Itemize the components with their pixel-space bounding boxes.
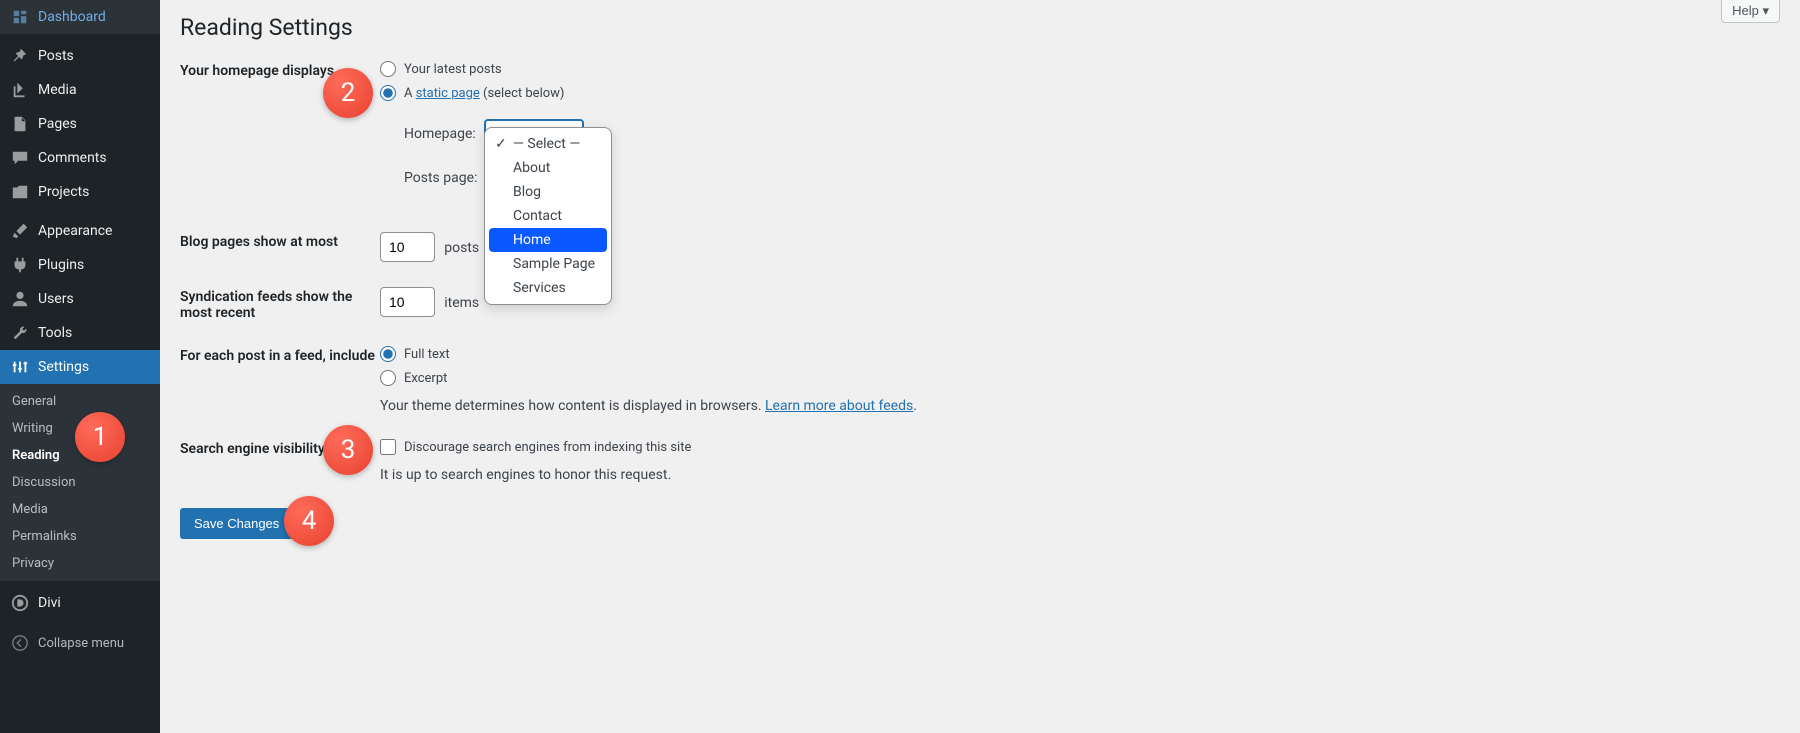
radio-latest-posts[interactable]	[380, 61, 396, 77]
radio-excerpt[interactable]	[380, 370, 396, 386]
blog-pages-input[interactable]	[380, 232, 435, 262]
label-blog-pages: Blog pages show at most	[180, 232, 380, 250]
sidebar-item-users[interactable]: Users	[0, 282, 160, 316]
sidebar-label: Media	[38, 82, 77, 98]
checkbox-discourage-search[interactable]	[380, 439, 396, 455]
sidebar-item-projects[interactable]: Projects	[0, 175, 160, 209]
static-page-link[interactable]: static page	[416, 86, 480, 101]
dropdown-option-home[interactable]: Home	[489, 228, 607, 252]
submenu-general[interactable]: General	[0, 388, 160, 415]
sidebar-label: Tools	[38, 325, 72, 341]
annotation-badge-1: 1	[75, 412, 125, 462]
radio-full-text[interactable]	[380, 346, 396, 362]
dropdown-option-sample[interactable]: Sample Page	[489, 252, 607, 276]
check-label-discourage: Discourage search engines from indexing …	[404, 440, 691, 455]
sidebar-item-dashboard[interactable]: Dashboard	[0, 0, 160, 34]
sidebar-label: Appearance	[38, 223, 112, 239]
sidebar-item-media[interactable]: Media	[0, 73, 160, 107]
dropdown-option-contact[interactable]: Contact	[489, 204, 607, 228]
sidebar-item-posts[interactable]: Posts	[0, 39, 160, 73]
divi-icon	[10, 593, 30, 613]
dropdown-option-services[interactable]: Services	[489, 276, 607, 300]
sidebar-label: Posts	[38, 48, 74, 64]
blog-pages-unit: posts	[444, 240, 479, 256]
sidebar-label: Plugins	[38, 257, 84, 273]
dropdown-option-about[interactable]: About	[489, 156, 607, 180]
sidebar-label: Comments	[38, 150, 107, 166]
user-icon	[10, 289, 30, 309]
dropdown-option-blog[interactable]: Blog	[489, 180, 607, 204]
sidebar-label: Users	[38, 291, 74, 307]
annotation-badge-4: 4	[284, 496, 334, 546]
admin-sidebar: Dashboard Posts Media Pages Comments Pro…	[0, 0, 160, 733]
homepage-select-label: Homepage:	[404, 126, 484, 142]
syndication-input[interactable]	[380, 287, 435, 317]
syndication-unit: items	[444, 295, 479, 311]
main-content: Help ▾ Reading Settings 2 Your homepage …	[160, 0, 1800, 733]
annotation-badge-2: 2	[323, 68, 373, 118]
save-button[interactable]: Save Changes	[180, 508, 293, 539]
label-syndication: Syndication feeds show the most recent	[180, 287, 380, 321]
submenu-media[interactable]: Media	[0, 496, 160, 523]
sidebar-item-pages[interactable]: Pages	[0, 107, 160, 141]
plug-icon	[10, 255, 30, 275]
learn-feeds-link[interactable]: Learn more about feeds	[765, 398, 913, 414]
wrench-icon	[10, 323, 30, 343]
collapse-menu-button[interactable]: Collapse menu	[0, 625, 160, 661]
sidebar-item-settings[interactable]: Settings	[0, 350, 160, 384]
posts-page-select-label: Posts page:	[404, 170, 484, 186]
sidebar-item-comments[interactable]: Comments	[0, 141, 160, 175]
radio-label-latest: Your latest posts	[404, 62, 502, 77]
sidebar-item-tools[interactable]: Tools	[0, 316, 160, 350]
annotation-badge-3: 3	[323, 425, 373, 475]
help-button[interactable]: Help ▾	[1721, 0, 1780, 23]
sidebar-label: Dashboard	[38, 9, 106, 25]
collapse-icon	[10, 633, 30, 653]
dashboard-icon	[10, 7, 30, 27]
sidebar-label: Pages	[38, 116, 77, 132]
feed-description: Your theme determines how content is dis…	[380, 398, 1780, 414]
radio-static-page[interactable]	[380, 85, 396, 101]
comment-icon	[10, 148, 30, 168]
radio-label-static: A static page (select below)	[404, 86, 564, 101]
sidebar-label: Settings	[38, 359, 89, 375]
submenu-permalinks[interactable]: Permalinks	[0, 523, 160, 550]
sliders-icon	[10, 357, 30, 377]
radio-label-excerpt: Excerpt	[404, 371, 447, 386]
page-icon	[10, 114, 30, 134]
submenu-privacy[interactable]: Privacy	[0, 550, 160, 577]
settings-submenu: General Writing Reading Discussion Media…	[0, 384, 160, 581]
radio-label-full: Full text	[404, 347, 450, 362]
sidebar-label: Projects	[38, 184, 89, 200]
search-desc: It is up to search engines to honor this…	[380, 467, 1780, 483]
media-icon	[10, 80, 30, 100]
submenu-discussion[interactable]: Discussion	[0, 469, 160, 496]
page-title: Reading Settings	[180, 14, 1780, 41]
sidebar-item-appearance[interactable]: Appearance	[0, 214, 160, 248]
pin-icon	[10, 46, 30, 66]
brush-icon	[10, 221, 30, 241]
collapse-label: Collapse menu	[38, 636, 124, 651]
label-feed-include: For each post in a feed, include	[180, 346, 380, 364]
sidebar-label: Divi	[38, 595, 61, 611]
sidebar-item-plugins[interactable]: Plugins	[0, 248, 160, 282]
homepage-dropdown-list: — Select — About Blog Contact Home Sampl…	[484, 127, 612, 305]
dropdown-option-select[interactable]: — Select —	[489, 132, 607, 156]
portfolio-icon	[10, 182, 30, 202]
sidebar-item-divi[interactable]: Divi	[0, 586, 160, 620]
